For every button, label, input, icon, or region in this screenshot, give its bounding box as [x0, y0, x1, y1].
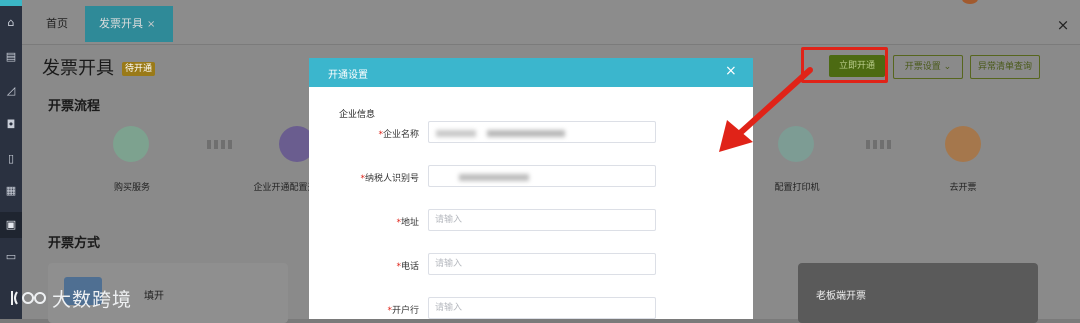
redacted-text [487, 130, 565, 137]
tab-invoice[interactable]: 发票开具 × [85, 6, 173, 42]
status-badge: 待开通 [122, 62, 156, 76]
rail-accent [0, 0, 22, 6]
document-icon[interactable]: ▤ [4, 50, 18, 64]
screen-icon[interactable]: ▭ [4, 250, 18, 264]
step-label: 购买服务 [113, 183, 150, 193]
heart-shield-icon [113, 126, 149, 162]
watermark: 大数跨境 [8, 284, 132, 312]
process-title: 开票流程 [48, 99, 101, 114]
step-connector [207, 140, 233, 149]
form-row-address: *地址 [309, 209, 753, 233]
form-row-bank: *开户行 [309, 297, 753, 319]
open-settings-dialog: 开通设置 × 企业信息 *企业名称 *纳税人识别号 *地址 *电话 *开户行 [309, 58, 753, 319]
watermark-logo-icon [11, 291, 46, 305]
page-title: 发票开具 [42, 58, 114, 79]
field-label: *开户行 [387, 306, 419, 316]
abnormal-query-button[interactable]: 异常清单查询 [970, 55, 1040, 79]
method-card-label: 填开 [144, 291, 164, 302]
close-all-icon[interactable]: × [1048, 8, 1078, 42]
bag-icon[interactable]: ◘ [4, 118, 18, 132]
tab-bar: 首页 发票开具 × [22, 0, 1080, 45]
bank-input[interactable] [428, 297, 656, 319]
method-card-boss[interactable]: 老板端开票 [798, 263, 1038, 323]
invoice-settings-button[interactable]: 开票设置 ⌄ [893, 55, 963, 79]
method-card-label: 老板端开票 [816, 291, 866, 302]
home-icon[interactable]: ⌂ [4, 16, 18, 30]
dialog-title: 开通设置 [328, 70, 368, 81]
form-row-company-name: *企业名称 [309, 121, 753, 145]
field-label: *企业名称 [378, 130, 419, 140]
tab-home[interactable]: 首页 [34, 6, 80, 42]
step-label: 去开票 [949, 183, 977, 193]
chart-icon[interactable]: ◿ [4, 84, 18, 98]
report-icon[interactable]: ▦ [4, 184, 18, 198]
watermark-text: 大数跨境 [52, 288, 133, 311]
redacted-text [459, 174, 529, 181]
phone-input[interactable] [428, 253, 656, 275]
field-label: *地址 [396, 218, 419, 228]
redacted-text [436, 130, 476, 137]
tab-close-icon[interactable]: × [147, 19, 155, 30]
dialog-header: 开通设置 × [309, 58, 753, 87]
invoice-icon [945, 126, 981, 162]
left-nav-rail: ⌂ ▤ ◿ ◘ ▯ ▦ ▣ ▭ [0, 0, 22, 319]
address-input[interactable] [428, 209, 656, 231]
field-label: *电话 [396, 262, 419, 272]
annotation-arrow-icon [719, 67, 813, 152]
invoice-icon[interactable]: ▣ [4, 218, 18, 232]
form-row-phone: *电话 [309, 253, 753, 277]
methods-title: 开票方式 [48, 236, 101, 251]
invoice-settings-label: 开票设置 [904, 62, 941, 72]
chevron-down-icon: ⌄ [943, 62, 952, 72]
field-label: *纳税人识别号 [360, 174, 419, 184]
form-row-tax-id: *纳税人识别号 [309, 165, 753, 189]
section-label: 企业信息 [339, 110, 376, 120]
tab-invoice-label: 发票开具 [99, 17, 143, 30]
step-label: 配置打印机 [774, 183, 820, 193]
file-icon[interactable]: ▯ [4, 152, 18, 166]
step-connector [866, 140, 892, 149]
